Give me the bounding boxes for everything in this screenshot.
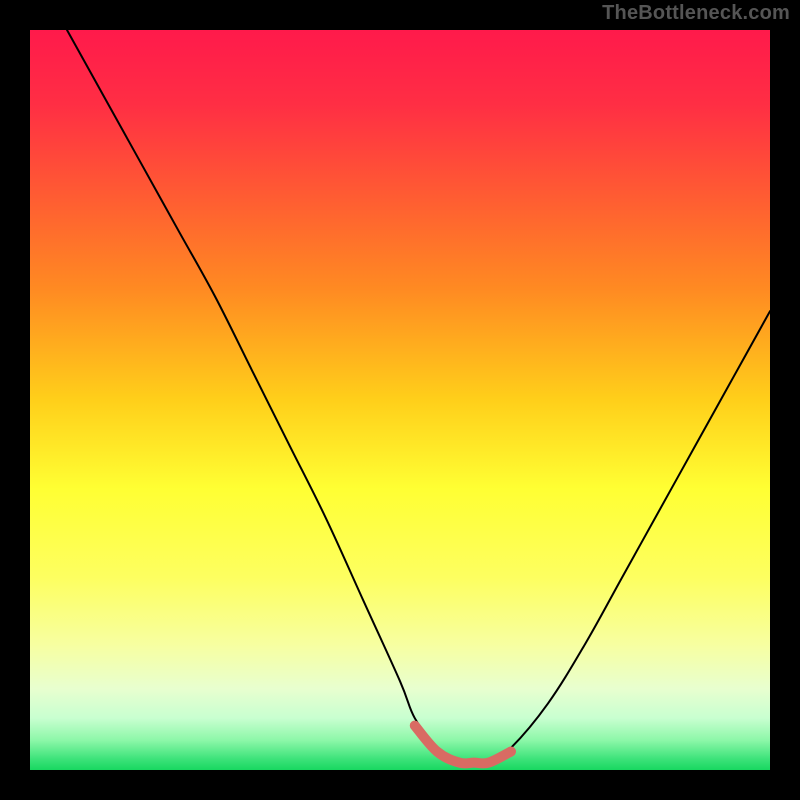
bottleneck-chart <box>30 30 770 770</box>
plot-area <box>30 30 770 770</box>
watermark-text: TheBottleneck.com <box>602 2 790 25</box>
gradient-background <box>30 30 770 770</box>
chart-frame: TheBottleneck.com <box>0 0 800 800</box>
